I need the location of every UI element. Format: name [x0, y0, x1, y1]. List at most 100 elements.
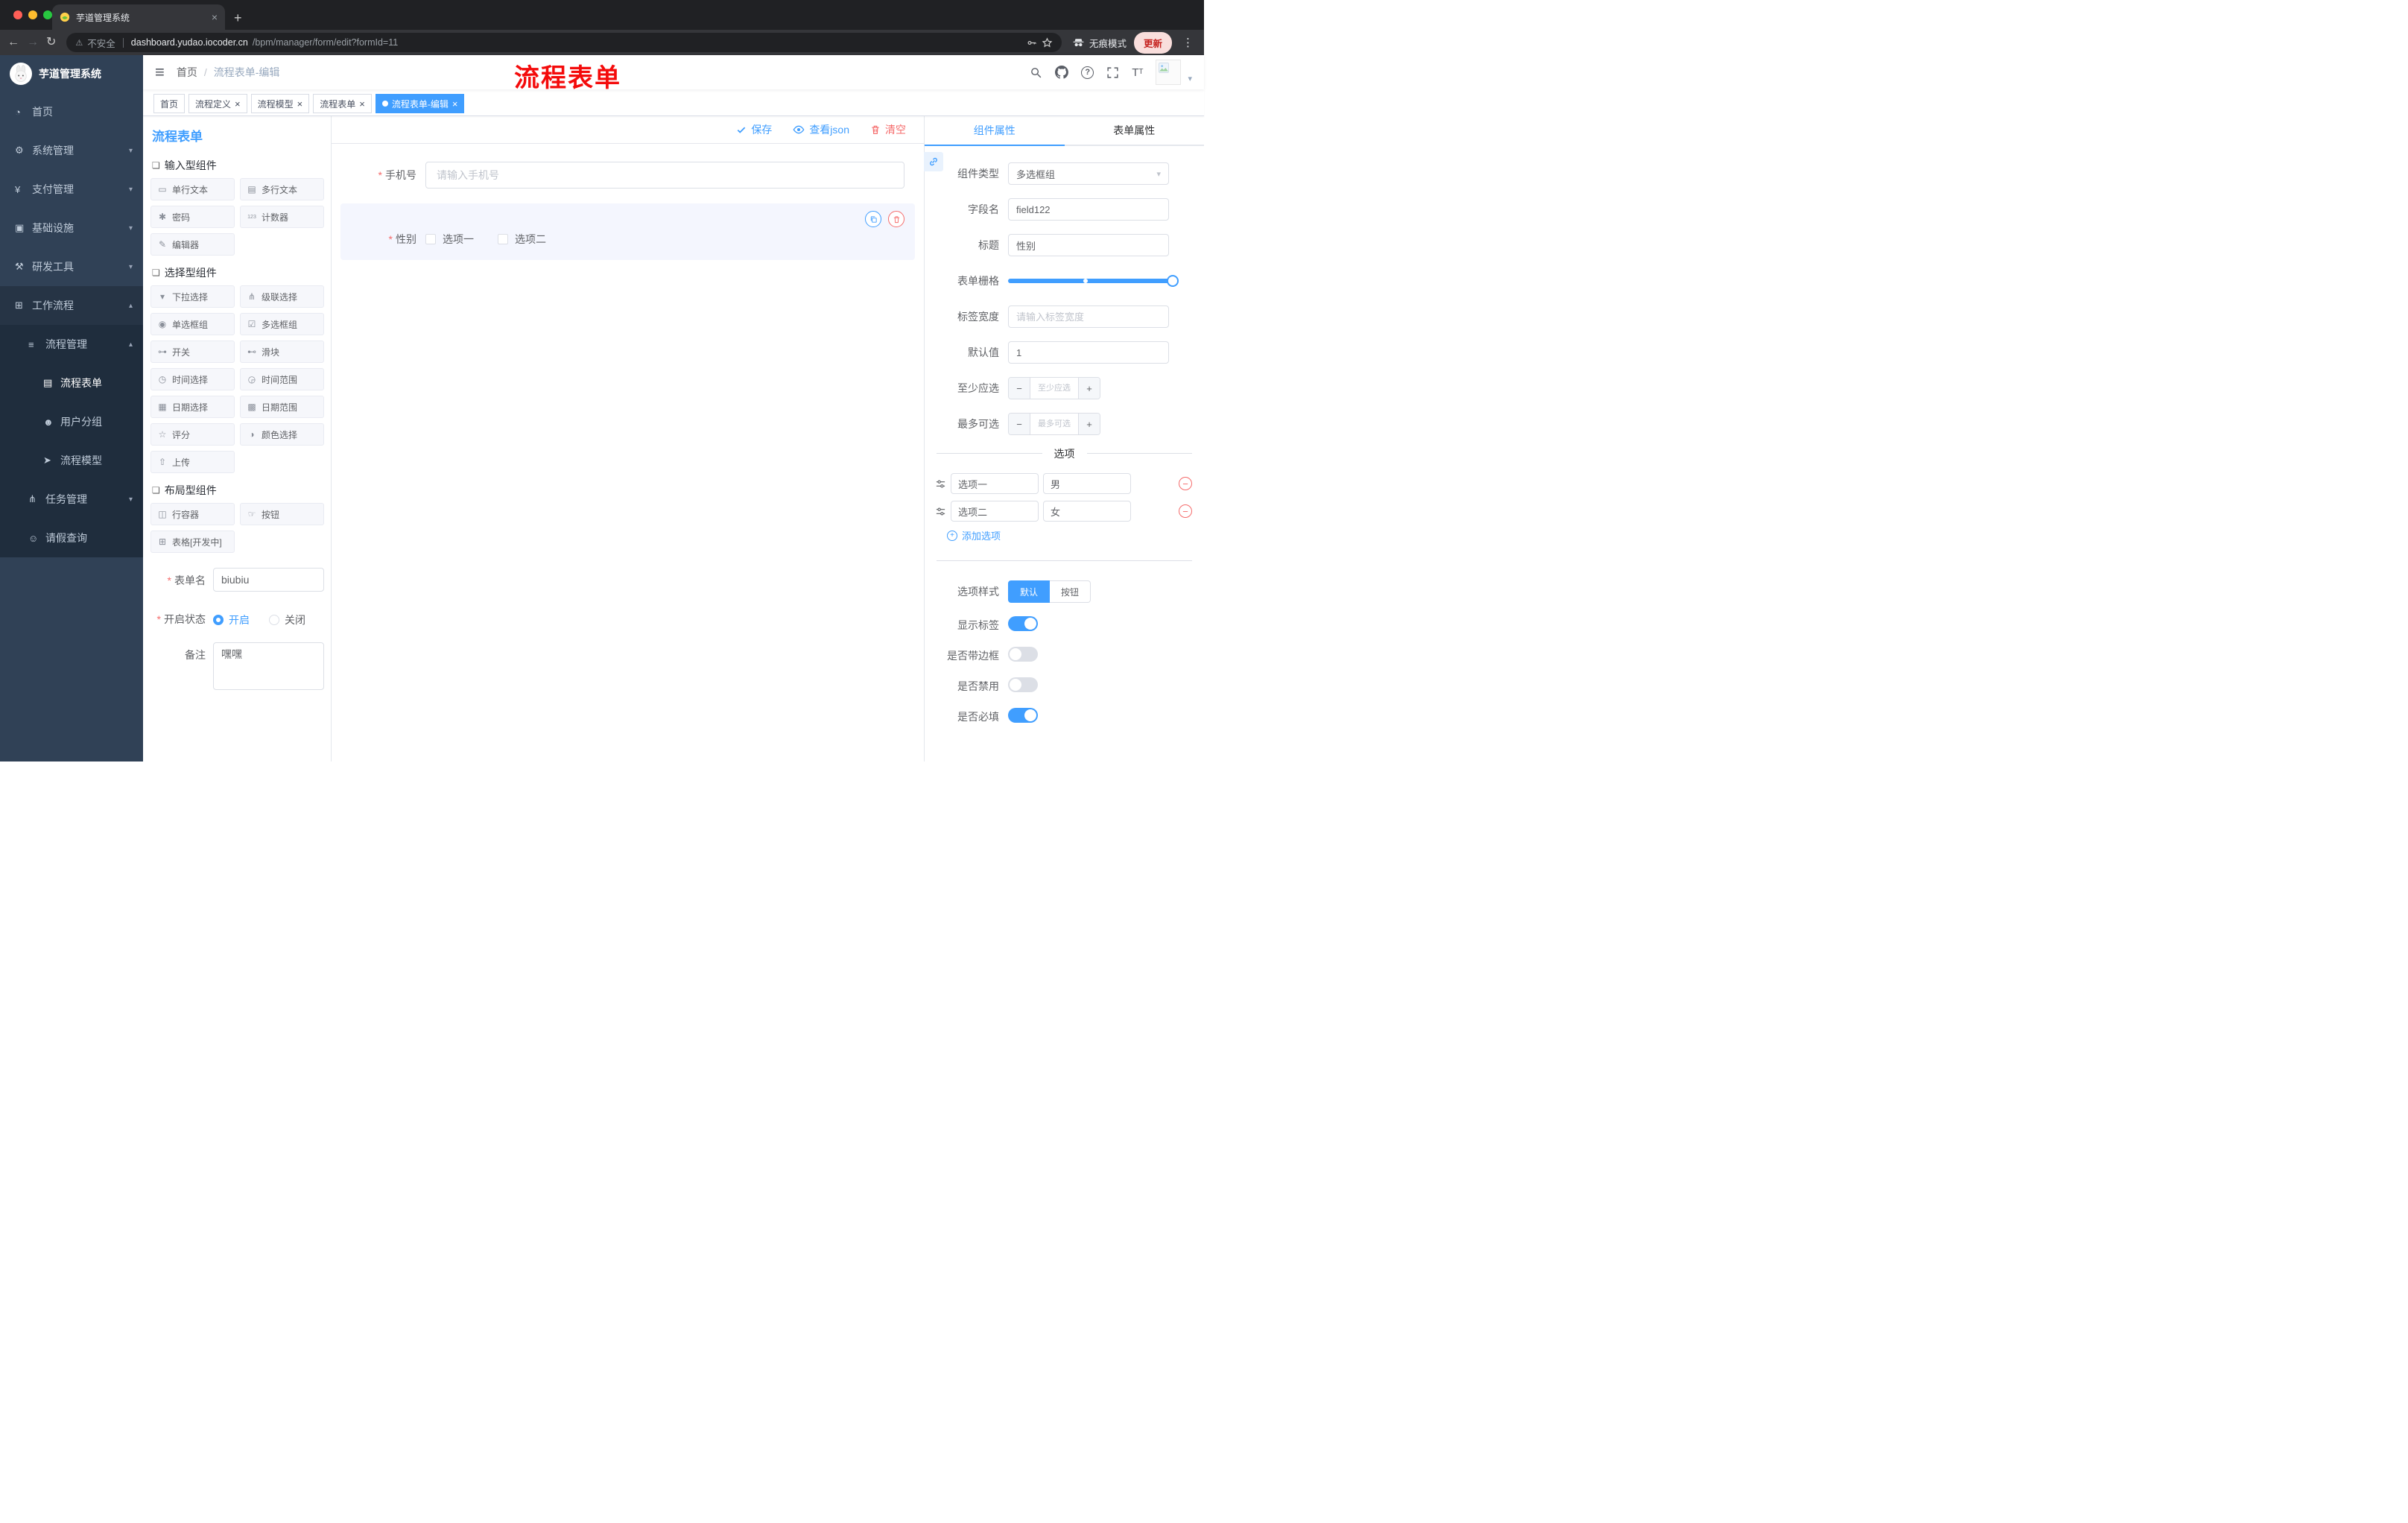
new-tab-button[interactable]	[234, 11, 242, 25]
update-button[interactable]: 更新	[1133, 31, 1172, 54]
field-name-input[interactable]	[1008, 198, 1169, 221]
view-tag-0[interactable]: 首页	[153, 94, 186, 113]
breadcrumb-home[interactable]: 首页	[177, 65, 197, 80]
toggle-switch-0[interactable]	[1008, 616, 1038, 631]
component-item-switch[interactable]: ⊶ 开关	[150, 341, 235, 363]
component-item-select[interactable]: ▾ 下拉选择	[150, 285, 235, 308]
label-width-input[interactable]	[1008, 305, 1169, 328]
browser-menu-icon[interactable]	[1179, 36, 1197, 49]
close-tab-icon[interactable]	[212, 11, 218, 23]
add-option-button[interactable]: 添加选项	[947, 528, 1204, 542]
component-item-checkbox-group[interactable]: ☑ 多选框组	[240, 313, 324, 335]
hamburger-icon[interactable]	[155, 64, 165, 80]
option-label-input[interactable]	[951, 501, 1039, 522]
component-item-button[interactable]: ☞ 按钮	[240, 503, 324, 525]
remark-textarea[interactable]: 嘿嘿	[213, 642, 324, 690]
remove-option-icon[interactable]: −	[1179, 504, 1192, 518]
status-off-radio[interactable]: 关闭	[269, 612, 305, 627]
component-item-input[interactable]: ▭ 单行文本	[150, 178, 235, 200]
component-item-time[interactable]: ◷ 时间选择	[150, 368, 235, 390]
component-item-date[interactable]: ▦ 日期选择	[150, 396, 235, 418]
github-icon[interactable]	[1055, 66, 1069, 79]
view-tag-3[interactable]: 流程表单 ×	[313, 94, 372, 113]
decrease-button[interactable]	[1009, 378, 1030, 399]
minimize-window-button[interactable]	[28, 10, 37, 19]
max-select-input[interactable]	[1030, 414, 1078, 434]
increase-button[interactable]	[1078, 378, 1100, 399]
view-tag-2[interactable]: 流程模型 ×	[250, 94, 310, 113]
tab-form-props[interactable]: 表单属性	[1064, 116, 1204, 146]
default-value-input[interactable]	[1008, 341, 1169, 364]
sidebar-item-system[interactable]: ⚙ 系统管理 ▾	[0, 131, 143, 170]
min-select-input[interactable]	[1030, 378, 1078, 399]
phone-field-row[interactable]: 手机号	[340, 154, 915, 196]
bookmark-star-icon[interactable]	[1042, 37, 1053, 48]
avatar[interactable]	[1156, 60, 1182, 85]
component-item-upload[interactable]: ⇧ 上传	[150, 451, 235, 473]
option-value-input[interactable]	[1043, 473, 1131, 494]
sidebar-item-infra[interactable]: ▣ 基础设施 ▾	[0, 209, 143, 247]
copy-field-button[interactable]	[865, 211, 881, 227]
sidebar-item-leave-query[interactable]: ☺ 请假查询	[0, 519, 143, 557]
save-button[interactable]: 保存	[736, 122, 772, 137]
form-name-input[interactable]	[213, 568, 324, 592]
remove-option-icon[interactable]: −	[1179, 477, 1192, 490]
gender-option-1-checkbox[interactable]: 选项一	[425, 232, 474, 247]
sidebar-item-workflow[interactable]: ⊞ 工作流程 ▴	[0, 286, 143, 325]
component-item-editor[interactable]: ✎ 编辑器	[150, 233, 235, 256]
increase-button[interactable]	[1078, 414, 1100, 434]
toggle-switch-1[interactable]	[1008, 647, 1038, 662]
component-item-table[interactable]: ⊞ 表格[开发中]	[150, 531, 235, 553]
component-item-slider[interactable]: ⊷ 滑块	[240, 341, 324, 363]
component-item-rate[interactable]: ☆ 评分	[150, 423, 235, 446]
option-style-default-button[interactable]: 默认	[1008, 580, 1051, 603]
sidebar-item-process-manage[interactable]: ≡ 流程管理 ▴	[0, 325, 143, 364]
brand[interactable]: 芋道管理系统	[0, 55, 143, 92]
toggle-switch-2[interactable]	[1008, 677, 1038, 692]
component-item-radio-group[interactable]: ◉ 单选框组	[150, 313, 235, 335]
password-key-icon[interactable]	[1026, 37, 1037, 48]
close-tag-icon[interactable]: ×	[452, 99, 458, 109]
reload-button[interactable]	[46, 37, 56, 48]
option-value-input[interactable]	[1043, 501, 1131, 522]
option-style-button-button[interactable]: 按钮	[1050, 580, 1091, 603]
view-tag-4[interactable]: 流程表单-编辑 ×	[375, 94, 465, 113]
close-tag-icon[interactable]: ×	[359, 99, 365, 109]
link-icon[interactable]	[924, 152, 943, 171]
address-bar[interactable]: 不安全 dashboard.yudao.iocoder.cn /bpm/mana…	[66, 33, 1062, 52]
form-grid-slider[interactable]	[1008, 270, 1179, 292]
close-tag-icon[interactable]: ×	[235, 99, 241, 109]
help-icon[interactable]	[1081, 66, 1094, 79]
clear-button[interactable]: 清空	[870, 122, 906, 137]
close-window-button[interactable]	[13, 10, 22, 19]
fullscreen-icon[interactable]	[1106, 66, 1119, 79]
view-json-button[interactable]: 查看json	[793, 122, 849, 137]
sidebar-item-payment[interactable]: ¥ 支付管理 ▾	[0, 170, 143, 209]
decrease-button[interactable]	[1009, 414, 1030, 434]
component-item-password[interactable]: ✱ 密码	[150, 206, 235, 228]
drag-handle-icon[interactable]	[935, 506, 946, 517]
view-tag-1[interactable]: 流程定义 ×	[188, 94, 247, 113]
sidebar-item-home[interactable]: ◔ 首页	[0, 92, 143, 131]
status-on-radio[interactable]: 开启	[213, 612, 250, 627]
gender-option-2-checkbox[interactable]: 选项二	[498, 232, 546, 247]
sidebar-item-user-group[interactable]: ☻ 用户分组	[0, 402, 143, 441]
back-button[interactable]	[7, 37, 19, 48]
zoom-window-button[interactable]	[43, 10, 52, 19]
component-item-color[interactable]: ◑ 颜色选择	[240, 423, 324, 446]
component-item-time-range[interactable]: ◶ 时间范围	[240, 368, 324, 390]
component-item-cascader[interactable]: ⋔ 级联选择	[240, 285, 324, 308]
component-item-textarea[interactable]: ▤ 多行文本	[240, 178, 324, 200]
toggle-switch-3[interactable]	[1008, 708, 1038, 723]
sidebar-item-task-manage[interactable]: ⋔ 任务管理 ▾	[0, 480, 143, 519]
component-item-counter[interactable]: 123 计数器	[240, 206, 324, 228]
tab-component-props[interactable]: 组件属性	[925, 116, 1065, 146]
forward-button[interactable]	[27, 37, 39, 48]
browser-tab[interactable]: 芋道管理系统	[52, 4, 225, 30]
slider-handle[interactable]	[1167, 275, 1179, 287]
drag-handle-icon[interactable]	[935, 478, 946, 490]
delete-field-button[interactable]	[888, 211, 904, 227]
gender-field-row-selected[interactable]: 性别 选项一 选项二	[340, 203, 915, 260]
avatar-caret-icon[interactable]	[1188, 74, 1192, 85]
option-label-input[interactable]	[951, 473, 1039, 494]
